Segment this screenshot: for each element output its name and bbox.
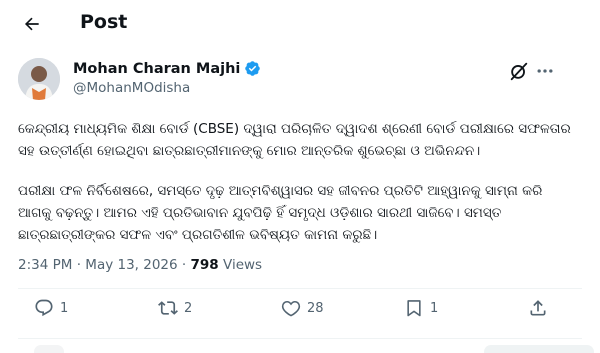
tweet-time[interactable]: 2:34 PM (18, 257, 72, 273)
heart-icon (281, 300, 301, 317)
author-block: Mohan Charan Majhi @MohanMOdisha (73, 60, 261, 96)
arrow-left-icon (24, 17, 39, 31)
repost-icon (158, 301, 178, 315)
tweet-meta: 2:34 PM · May 13, 2026 · 798 Views (18, 257, 262, 273)
grok-icon (510, 62, 528, 81)
page-title: Post (80, 11, 128, 33)
repost-count: 2 (184, 300, 193, 316)
like-button[interactable]: 28 (281, 298, 324, 318)
bookmark-count: 1 (430, 300, 439, 316)
reply-count: 1 (60, 300, 69, 316)
reply-icon (35, 299, 53, 317)
views-count: 798 (190, 257, 219, 273)
meta-separator: · (181, 257, 187, 273)
like-count: 28 (307, 300, 324, 316)
composer-avatar-peek (34, 345, 64, 353)
tweet-text: କେନ୍ଦ୍ରୀୟ ମାଧ୍ୟମିକ ଶିକ୍ଷା ବୋର୍ଡ (CBSE) ଦ… (18, 118, 578, 246)
bookmark-icon (407, 300, 421, 317)
back-button[interactable] (18, 10, 46, 38)
verified-badge-icon[interactable] (244, 60, 261, 77)
author-name[interactable]: Mohan Charan Majhi (73, 61, 240, 77)
reply-button-peek[interactable] (484, 345, 594, 353)
avatar-photo (18, 58, 60, 100)
divider (18, 338, 582, 339)
share-button[interactable] (528, 298, 548, 318)
tweet-paragraph: ପରୀକ୍ଷା ଫଳ ନିର୍ବିଶେଷରେ, ସମସ୍ତେ ଦୃଢ଼ ଆତ୍ମ… (18, 183, 543, 243)
bookmark-button[interactable]: 1 (404, 298, 438, 318)
divider (18, 288, 582, 289)
views-label: Views (223, 257, 263, 273)
reply-composer-peek (0, 345, 600, 353)
tweet-paragraph: କେନ୍ଦ୍ରୀୟ ମାଧ୍ୟମିକ ଶିକ୍ଷା ବୋର୍ଡ (CBSE) ଦ… (18, 121, 571, 159)
tweet-date[interactable]: May 13, 2026 (85, 257, 177, 273)
share-icon (530, 300, 546, 316)
more-horizontal-icon (537, 69, 553, 73)
grok-button[interactable] (508, 60, 530, 82)
author-handle[interactable]: @MohanMOdisha (73, 80, 261, 96)
avatar[interactable] (18, 58, 60, 100)
repost-button[interactable]: 2 (158, 298, 192, 318)
post-header: Post (0, 0, 600, 48)
reply-button[interactable]: 1 (34, 298, 68, 318)
more-options-button[interactable] (535, 61, 555, 81)
meta-separator: · (76, 257, 81, 273)
action-bar: 1 2 28 1 (0, 298, 600, 328)
